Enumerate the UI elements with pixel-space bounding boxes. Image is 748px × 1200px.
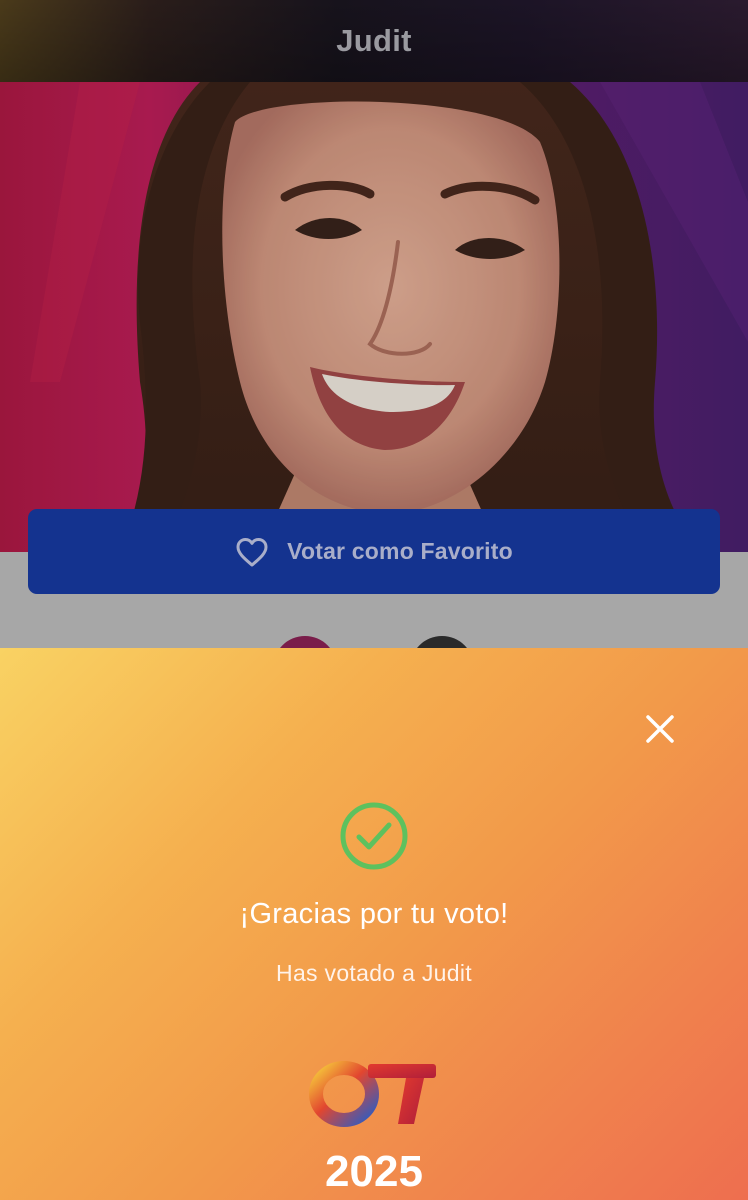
vote-confirmation-sheet: ¡Gracias por tu voto! Has votado a Judit… — [0, 648, 748, 1200]
top-bar: Judit — [0, 0, 748, 82]
vote-favorite-label: Votar como Favorito — [287, 538, 513, 564]
contestant-name-title: Judit — [336, 23, 412, 58]
ot-2025-logo: 2025 — [309, 1061, 436, 1193]
photo-dim-overlay — [0, 82, 748, 552]
vote-favorite-button[interactable]: Votar como Favorito — [28, 509, 720, 594]
logo-year-text: 2025 — [325, 1147, 423, 1193]
thanks-title: ¡Gracias por tu voto! — [239, 898, 509, 930]
close-icon[interactable] — [640, 709, 680, 749]
heart-outline-icon — [236, 537, 268, 566]
contestant-photo — [0, 82, 748, 552]
voted-subtitle: Has votado a Judit — [276, 960, 472, 986]
check-circle-icon — [340, 802, 408, 870]
